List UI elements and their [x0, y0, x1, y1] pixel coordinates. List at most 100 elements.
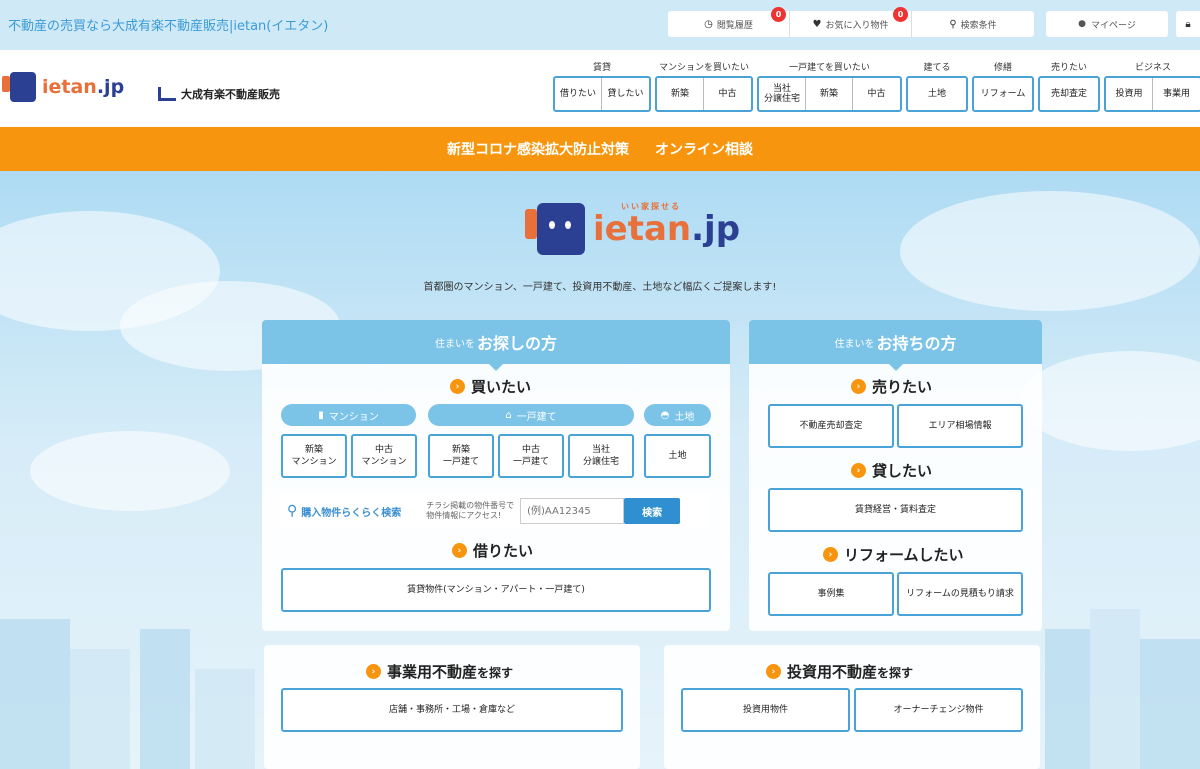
sell-section-title: › 売りたい — [851, 376, 932, 397]
nav-item[interactable]: 売却査定 — [1040, 78, 1098, 110]
top-bar: 不動産の売買なら大成有楽不動産販売|ietan(イエタン) ◷ 閲覧履歴 0 ♥… — [0, 0, 1200, 50]
quick-search-label: ⚲ 購入物件らくらく検索 — [287, 503, 402, 519]
chevron-right-icon: › — [452, 543, 467, 558]
heart-icon: ♥ — [812, 18, 822, 30]
own-house-button[interactable]: 当社 分譲住宅 — [568, 434, 634, 478]
land-icon: ◓ — [660, 409, 670, 421]
covid-link[interactable]: 新型コロナ感染拡大防止対策 — [447, 139, 629, 159]
land-category: ◓ 土地 — [644, 404, 711, 426]
user-icon: ● — [1078, 19, 1087, 29]
history-count-badge: 0 — [771, 7, 786, 22]
nav-group: 建てる 土地 — [906, 61, 968, 112]
investment-property-button[interactable]: 投資用物件 — [681, 688, 850, 732]
building-decoration — [195, 669, 255, 769]
mypage-label: マイページ — [1091, 20, 1136, 31]
chevron-right-icon: › — [851, 379, 866, 394]
nav-group: 賃貸 借りたい 貸したい — [553, 61, 651, 112]
owner-change-button[interactable]: オーナーチェンジ物件 — [854, 688, 1023, 732]
property-number-input[interactable] — [520, 498, 625, 524]
nav-item[interactable]: 土地 — [908, 78, 966, 110]
hero-tagline: 首都圏のマンション、一戸建て、投資用不動産、土地など幅広くご提案します! — [423, 282, 777, 293]
nav-group-title: マンションを買いたい — [658, 63, 749, 73]
mansion-category: ▮ マンション — [281, 404, 416, 426]
favorites-count-badge: 0 — [893, 7, 908, 22]
search-conditions-button[interactable]: ⚲ 検索条件 — [912, 11, 1034, 37]
nav-group-buttons: 借りたい 貸したい — [553, 76, 651, 112]
reform-cases-button[interactable]: 事例集 — [768, 572, 894, 616]
nav-group-title: ビジネス — [1134, 63, 1171, 73]
nav-item[interactable]: 当社 分譲住宅 — [759, 78, 806, 110]
site-header: ietan.jp 大成有楽不動産販売 賃貸 借りたい 貸したい マンションを買いたい新… — [0, 50, 1200, 127]
house-category: ⌂ 一戸建て — [428, 404, 634, 426]
nav-group-title: 建てる — [923, 63, 951, 73]
business-property-button[interactable]: 店舗・事務所・工場・倉庫など — [281, 688, 623, 732]
business-panel: › 事業用不動産を探す 店舗・事務所・工場・倉庫など — [264, 645, 640, 769]
history-button[interactable]: ◷ 閲覧履歴 0 — [668, 7, 790, 37]
mypage-button[interactable]: ● マイページ — [1046, 11, 1168, 37]
reform-estimate-button[interactable]: リフォームの見積もり請求 — [897, 572, 1023, 616]
own-panel: 住まいを お持ちの方 › 売りたい 不動産売却査定 エリア相場情報 › 貸したい 賃貸… — [749, 320, 1042, 631]
land-button[interactable]: 土地 — [644, 434, 711, 478]
new-mansion-button[interactable]: 新築 マンション — [281, 434, 347, 478]
chevron-right-icon: › — [766, 664, 781, 679]
new-house-button[interactable]: 新築 一戸建て — [428, 434, 494, 478]
nav-item[interactable]: 新築 — [657, 78, 704, 110]
used-mansion-button[interactable]: 中古 マンション — [351, 434, 417, 478]
reform-section-title: › リフォームしたい — [823, 544, 964, 565]
nav-item[interactable]: 中古 — [704, 78, 751, 110]
search-button[interactable]: 検索 — [624, 498, 681, 524]
nav-group: 売りたい 売却査定 — [1038, 61, 1100, 112]
building-decoration — [1045, 629, 1090, 769]
nav-item[interactable]: 投資用 — [1106, 78, 1153, 110]
nav-group-title: 修繕 — [993, 63, 1012, 73]
sale-assessment-button[interactable]: 不動産売却査定 — [768, 404, 894, 448]
chevron-right-icon: › — [823, 547, 838, 562]
cloud-decoration — [30, 431, 230, 511]
nav-item[interactable]: リフォーム — [974, 78, 1032, 110]
nav-group: マンションを買いたい新築 中古 — [655, 61, 753, 112]
search-conditions-label: 検索条件 — [960, 20, 997, 31]
clock-icon: ◷ — [704, 18, 713, 30]
rent-section-title: › 借りたい — [452, 540, 533, 561]
nav-group-buttons: 当社 分譲住宅 新築 中古 — [757, 76, 902, 112]
ietan-logo[interactable]: ietan.jp — [2, 72, 124, 102]
rental-property-button[interactable]: 賃貸物件(マンション・アパート・一戸建て) — [281, 568, 711, 612]
nav-group-title: 売りたい — [1050, 63, 1087, 73]
corp-mark-icon — [158, 87, 176, 101]
nav-group-title: 一戸建てを買いたい — [789, 63, 870, 73]
quick-search-note: チラシ掲載の物件番号で 物件情報にアクセス! — [426, 500, 515, 520]
nav-item[interactable]: 新築 — [806, 78, 853, 110]
nav-item[interactable]: 事業用 — [1153, 78, 1200, 110]
rental-management-button[interactable]: 賃貸経営・賃料査定 — [768, 488, 1023, 532]
building-decoration — [1090, 609, 1140, 769]
hero: いい家探せる ietan.jp 首都圏のマンション、一戸建て、投資用不動産、土地… — [0, 171, 1200, 769]
cloud-decoration — [900, 191, 1200, 311]
nav-group-buttons: 新築 中古 — [655, 76, 753, 112]
nav-group: ビジネス投資用 事業用 — [1104, 61, 1200, 112]
lock-button[interactable]: 🔒︎ — [1176, 11, 1200, 37]
seek-panel: 住まいを お探しの方 › 買いたい ▮ マンション ⌂ 一戸建て ◓ 土地 新築 マンショ… — [262, 320, 730, 631]
utility-buttons: ◷ 閲覧履歴 0 ♥ お気に入り物件 0 ⚲ 検索条件 — [668, 7, 1034, 37]
house-icon: ⌂ — [505, 409, 512, 421]
nav-group-buttons: リフォーム — [972, 76, 1034, 112]
nav-group: 一戸建てを買いたい当社 分譲住宅 新築 中古 — [757, 61, 902, 112]
site-title-link[interactable]: 不動産の売買なら大成有楽不動産販売|ietan(イエタン) — [8, 15, 328, 34]
favorites-button[interactable]: ♥ お気に入り物件 0 — [790, 7, 912, 37]
hero-logo: いい家探せる ietan.jp — [525, 202, 740, 255]
building-icon: ▮ — [318, 409, 324, 421]
area-market-button[interactable]: エリア相場情報 — [897, 404, 1023, 448]
nav-group-buttons: 土地 — [906, 76, 968, 112]
nav-item[interactable]: 借りたい — [555, 78, 602, 110]
nav-item[interactable]: 中古 — [853, 78, 900, 110]
own-panel-header: 住まいを お持ちの方 — [749, 320, 1042, 371]
nav-item[interactable]: 貸したい — [602, 78, 649, 110]
buy-section-title: › 買いたい — [450, 376, 531, 397]
chevron-right-icon: › — [366, 664, 381, 679]
notice-banner: 新型コロナ感染拡大防止対策 オンライン相談 — [0, 127, 1200, 171]
used-house-button[interactable]: 中古 一戸建て — [498, 434, 564, 478]
building-decoration — [1140, 639, 1200, 769]
lock-icon: 🔒︎ — [1185, 18, 1191, 30]
building-decoration — [0, 619, 70, 769]
online-consult-link[interactable]: オンライン相談 — [655, 139, 753, 159]
corp-logo[interactable]: 大成有楽不動産販売 — [158, 86, 280, 102]
